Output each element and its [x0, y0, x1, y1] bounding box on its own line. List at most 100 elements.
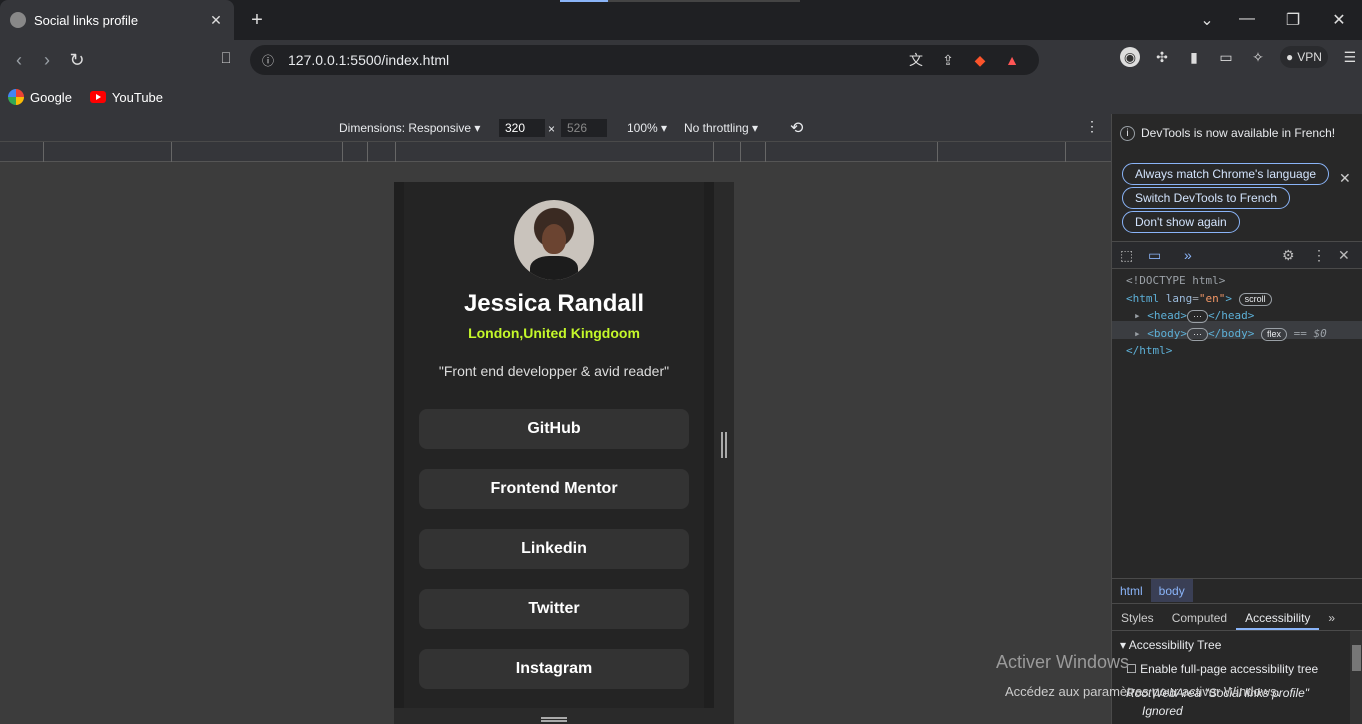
- throttling-dropdown[interactable]: No throttling ▾: [684, 121, 758, 135]
- page-frame: Jessica Randall London,United Kingdoom "…: [394, 182, 714, 708]
- menu-icon[interactable]: ☰: [1340, 47, 1360, 67]
- head-node[interactable]: ▸ <head> ··· </head>: [1126, 307, 1327, 325]
- watermark-subtitle: Accédez aux paramètres pour activer Wind…: [1005, 684, 1281, 699]
- profile-location: London,United Kingdoom: [468, 325, 640, 341]
- times-sign: ×: [548, 122, 556, 136]
- tab-title: Social links profile: [34, 12, 139, 28]
- info-icon: i: [1120, 126, 1135, 141]
- globe-icon: [10, 12, 26, 28]
- close-devtools-icon[interactable]: ✕: [1338, 247, 1350, 264]
- elements-tree: <!DOCTYPE html> <html lang="en"> scroll …: [1126, 272, 1327, 360]
- match-language-button[interactable]: Always match Chrome's language: [1122, 163, 1330, 185]
- link-instagram[interactable]: Instagram: [419, 649, 689, 689]
- resize-handle-bottom[interactable]: [394, 708, 734, 724]
- youtube-icon: [89, 91, 106, 103]
- bookmark-label: YouTube: [111, 89, 164, 105]
- wallet-icon[interactable]: ▭: [1216, 47, 1236, 67]
- translate-icon[interactable]: 文: [907, 51, 925, 69]
- html-close-node[interactable]: </html>: [1126, 342, 1327, 360]
- tab-scroll-indicator: [560, 0, 608, 2]
- link-twitter[interactable]: Twitter: [419, 589, 689, 629]
- brave-shield-icon[interactable]: ◆: [971, 51, 989, 69]
- tab-scroll-track: [608, 0, 800, 2]
- scroll-badge[interactable]: scroll: [1238, 292, 1272, 306]
- switch-french-button[interactable]: Switch DevTools to French: [1122, 187, 1291, 209]
- device-viewport: Jessica Randall London,United Kingdoom "…: [0, 162, 1111, 724]
- flex-badge[interactable]: flex: [1260, 327, 1287, 341]
- watermark-title: Activer Windows: [996, 652, 1130, 672]
- resize-handle-right[interactable]: [714, 182, 734, 708]
- scrollbar-thumb[interactable]: [1352, 645, 1361, 671]
- close-window-icon[interactable]: ✕: [1329, 10, 1349, 30]
- bookmark-google[interactable]: Google: [8, 89, 72, 105]
- devtools-panel: i DevTools is now available in French! A…: [1111, 114, 1362, 724]
- new-tab-button[interactable]: +: [247, 9, 267, 32]
- more-options-icon[interactable]: ⋮: [1085, 118, 1099, 135]
- resize-grip-icon: [721, 432, 727, 458]
- width-input[interactable]: 320: [499, 119, 545, 137]
- settings-icon[interactable]: ⚙: [1282, 247, 1295, 264]
- close-tab-icon[interactable]: ✕: [208, 12, 224, 29]
- more-tabs-icon[interactable]: »: [1319, 604, 1344, 630]
- notice-text: DevTools is now available in French!: [1141, 126, 1336, 140]
- breadcrumb-html[interactable]: html: [1112, 579, 1151, 602]
- profile-quote: "Front end developper & avid reader": [438, 363, 670, 379]
- media-query-ruler[interactable]: [0, 142, 1111, 162]
- tab-strip: Social links profile ✕ + ⌄ — ❐ ✕: [0, 0, 1362, 40]
- more-tabs-icon[interactable]: »: [1184, 247, 1192, 263]
- google-icon: [8, 89, 24, 105]
- breadcrumb-body[interactable]: body: [1150, 579, 1193, 602]
- scrollbar[interactable]: [1350, 631, 1362, 724]
- profile-name: Jessica Randall: [463, 290, 645, 317]
- sidebar-icon[interactable]: ▮: [1184, 47, 1204, 67]
- tab-accessibility[interactable]: Accessibility: [1236, 604, 1320, 630]
- profile-card: Jessica Randall London,United Kingdoom "…: [404, 182, 704, 708]
- extensions-icon[interactable]: ✣: [1152, 47, 1172, 67]
- vpn-label: VPN: [1297, 50, 1322, 64]
- resize-grip-icon: [541, 717, 567, 722]
- minimize-icon[interactable]: —: [1237, 10, 1257, 28]
- vpn-button[interactable]: ● VPN: [1280, 46, 1328, 68]
- browser-tab[interactable]: Social links profile ✕: [0, 0, 234, 40]
- tab-styles[interactable]: Styles: [1112, 604, 1163, 630]
- zoom-dropdown[interactable]: 100% ▾: [627, 121, 667, 135]
- url-text[interactable]: 127.0.0.1:5500/index.html: [288, 52, 449, 68]
- link-github[interactable]: GitHub: [419, 409, 689, 449]
- tab-search-icon[interactable]: ⌄: [1197, 10, 1217, 30]
- device-toolbar: Dimensions: Responsive ▾ 320 × 526 100% …: [0, 114, 1111, 142]
- bookmark-label: Google: [30, 89, 72, 105]
- reload-icon[interactable]: ↻: [66, 50, 88, 71]
- language-notice: i DevTools is now available in French!: [1120, 126, 1350, 141]
- vpn-status-icon: ●: [1286, 50, 1294, 64]
- body-node[interactable]: ▸ <body> ··· </body> flex == $0: [1126, 325, 1327, 343]
- avatar: [514, 200, 594, 280]
- profile-icon[interactable]: ◉: [1120, 47, 1140, 67]
- devtools-menu-icon[interactable]: ⋮: [1312, 247, 1326, 264]
- browser-toolbar: ‹ › ↻ ⎕ ⓘ 127.0.0.1:5500/index.html 文 ⇪ …: [0, 40, 1362, 80]
- close-notice-icon[interactable]: ✕: [1339, 170, 1351, 187]
- windows-activation-watermark: Activer Windows Accédez aux paramètres p…: [996, 652, 1289, 706]
- share-icon[interactable]: ⇪: [939, 51, 957, 69]
- bookmark-youtube[interactable]: YouTube: [89, 89, 164, 105]
- rotate-icon[interactable]: ⟲: [790, 118, 803, 138]
- link-frontend-mentor[interactable]: Frontend Mentor: [419, 469, 689, 509]
- inspect-element-icon[interactable]: ⬚: [1120, 247, 1133, 264]
- info-icon[interactable]: ⓘ: [262, 52, 274, 69]
- forward-icon[interactable]: ›: [36, 50, 58, 71]
- html-node[interactable]: <html lang="en"> scroll: [1126, 290, 1327, 308]
- leo-ai-icon[interactable]: ✧: [1248, 47, 1268, 67]
- maximize-icon[interactable]: ❐: [1283, 10, 1303, 30]
- dont-show-again-button[interactable]: Don't show again: [1122, 211, 1240, 233]
- bookmark-icon[interactable]: ⎕: [215, 50, 237, 67]
- device-toggle-icon[interactable]: ▭: [1148, 247, 1161, 264]
- link-linkedin[interactable]: Linkedin: [419, 529, 689, 569]
- back-icon[interactable]: ‹: [8, 50, 30, 71]
- tab-computed[interactable]: Computed: [1163, 604, 1236, 630]
- doctype-node[interactable]: <!DOCTYPE html>: [1126, 272, 1327, 290]
- address-bar[interactable]: ⓘ 127.0.0.1:5500/index.html 文 ⇪ ◆ ▲: [250, 45, 1039, 75]
- breadcrumb: html body: [1112, 578, 1362, 602]
- height-input[interactable]: 526: [561, 119, 607, 137]
- dimensions-dropdown[interactable]: Dimensions: Responsive ▾: [339, 121, 480, 135]
- bookmarks-bar: Google YouTube: [0, 80, 1362, 114]
- brave-rewards-icon[interactable]: ▲: [1003, 51, 1021, 69]
